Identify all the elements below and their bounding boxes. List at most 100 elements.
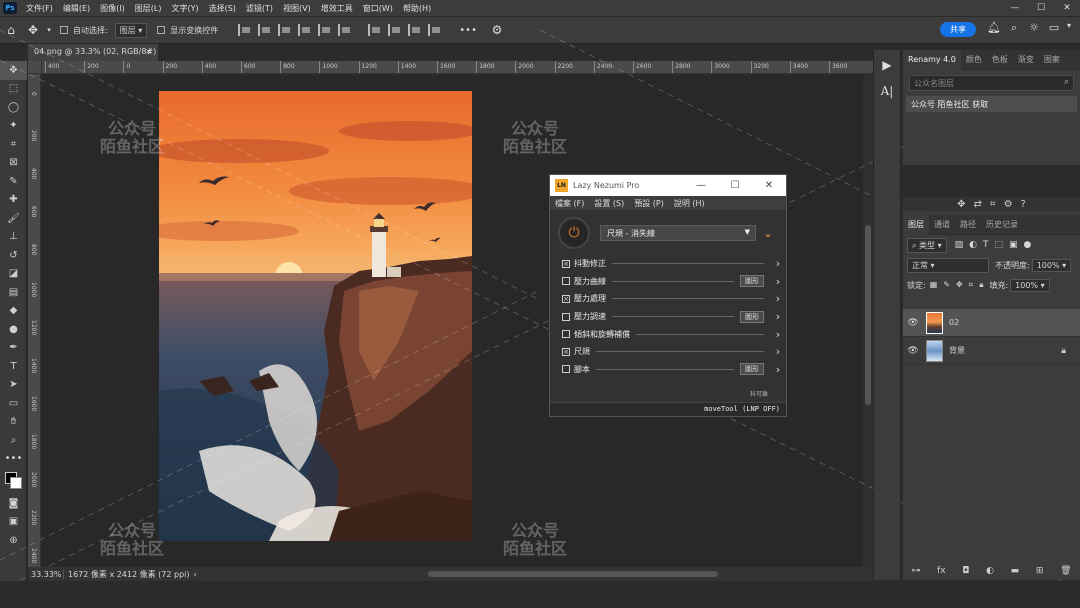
layer-select-dropdown[interactable]: 图层 ▾ xyxy=(114,22,148,38)
move-tool-icon[interactable]: ✥ xyxy=(22,20,44,40)
adjustment-layer-icon[interactable]: ◐ xyxy=(986,566,994,576)
tab-history[interactable]: 历史记录 xyxy=(981,219,1023,230)
pen-tool-icon[interactable]: ✒ xyxy=(0,339,27,358)
menu-image[interactable]: 图像(I) xyxy=(95,3,130,14)
align-hcenter-icon[interactable] xyxy=(258,24,272,36)
close-tab-icon[interactable]: × xyxy=(145,47,152,56)
marquee-tool-icon[interactable]: ⬚ xyxy=(0,80,27,99)
tab-patterns[interactable]: 图案 xyxy=(1039,54,1065,65)
gear-icon[interactable]: ⚙ xyxy=(486,20,508,40)
adjust-icon[interactable]: ✥ xyxy=(957,199,965,210)
link-layers-icon[interactable]: ⊶ xyxy=(911,566,920,576)
eye-icon[interactable]: 👁︎ xyxy=(903,346,923,356)
maximize-button[interactable]: ☐ xyxy=(1028,0,1054,16)
lasso-tool-icon[interactable]: ◯ xyxy=(0,98,27,117)
ln-checkbox[interactable] xyxy=(562,365,570,374)
lock-transparent-icon[interactable]: ▦ xyxy=(930,280,938,290)
chevron-right-icon[interactable]: › xyxy=(770,310,786,323)
blur-tool-icon[interactable]: ◆ xyxy=(0,302,27,321)
ln-checkbox[interactable]: × xyxy=(562,347,570,356)
eraser-tool-icon[interactable]: ◪ xyxy=(0,265,27,284)
screen-mode-icon[interactable]: ▣ xyxy=(0,513,27,532)
renamy-layer-row[interactable]: 公众号 陌鱼社区 获取 xyxy=(906,96,1077,112)
ln-slider-track[interactable] xyxy=(612,316,734,318)
brightness-icon[interactable]: ☼ xyxy=(1024,21,1044,35)
edit-toolbar-icon[interactable]: ⊕ xyxy=(0,531,27,550)
distribute-3-icon[interactable] xyxy=(408,24,422,36)
fill-input[interactable]: 100% ▾ xyxy=(1010,278,1050,292)
ln-graph-button[interactable]: 圖形 xyxy=(740,310,764,323)
magic-wand-icon[interactable]: ✦ xyxy=(0,117,27,136)
distribute-1-icon[interactable] xyxy=(368,24,382,36)
status-chevron-icon[interactable]: › xyxy=(194,570,197,579)
menu-select[interactable]: 选择(S) xyxy=(204,3,241,14)
align-vcenter-icon[interactable] xyxy=(318,24,332,36)
zoom-level[interactable]: 33.33% xyxy=(28,569,64,579)
scroll-thumb[interactable] xyxy=(865,225,871,405)
align-bottom-icon[interactable] xyxy=(338,24,352,36)
ln-maximize-button[interactable]: ☐ xyxy=(718,180,752,191)
ln-slider-track[interactable] xyxy=(612,280,734,282)
ln-graph-button[interactable]: 圖形 xyxy=(740,363,764,376)
tab-layers[interactable]: 图层 xyxy=(903,214,929,235)
eye-icon[interactable]: 👁︎ xyxy=(903,318,923,328)
minimize-button[interactable]: — xyxy=(1002,0,1028,16)
search-icon[interactable]: ⌕ xyxy=(1064,77,1069,87)
menu-window[interactable]: 窗口(W) xyxy=(358,3,398,14)
eyedropper-icon[interactable]: ✎ xyxy=(0,172,27,191)
background-color-swatch[interactable] xyxy=(10,477,22,489)
pixel-filter-icon[interactable]: ▨ xyxy=(955,240,964,250)
layer-kind-filter[interactable]: ⌕ 类型 ▾ xyxy=(907,237,947,253)
lighthouse-artwork[interactable] xyxy=(159,91,472,541)
smart-filter-icon[interactable]: ▣ xyxy=(1009,240,1018,250)
chevron-right-icon[interactable]: › xyxy=(770,345,786,358)
lock-artboard-icon[interactable]: ⌗ xyxy=(969,280,974,290)
ln-feature-row[interactable]: × 抖動修正 › xyxy=(550,255,786,273)
chevron-down-icon[interactable]: ▾ xyxy=(1064,21,1074,35)
healing-brush-icon[interactable]: ✚ xyxy=(0,191,27,210)
delete-layer-icon[interactable]: 🗑︎ xyxy=(1060,566,1071,576)
align-right-icon[interactable] xyxy=(278,24,292,36)
vertical-scrollbar[interactable] xyxy=(863,75,873,567)
add-mask-icon[interactable]: ◘ xyxy=(962,566,969,576)
ln-checkbox[interactable] xyxy=(562,312,570,321)
menu-edit[interactable]: 编辑(E) xyxy=(58,3,95,14)
color-swatches[interactable] xyxy=(0,468,26,494)
ln-minimize-button[interactable]: — xyxy=(684,180,718,191)
lock-move-icon[interactable]: ✥ xyxy=(956,280,963,290)
menu-type[interactable]: 文字(Y) xyxy=(166,3,203,14)
distribute-2-icon[interactable] xyxy=(388,24,402,36)
show-transform-checkbox[interactable] xyxy=(157,26,166,34)
fx-icon[interactable]: fx xyxy=(937,566,946,576)
ln-feature-row[interactable]: 壓力調速 圖形 › xyxy=(550,308,786,326)
layer-name[interactable]: 背景 xyxy=(949,345,965,356)
quick-mask-icon[interactable]: ◙ xyxy=(0,494,27,513)
gradient-tool-icon[interactable]: ▤ xyxy=(0,283,27,302)
chevron-right-icon[interactable]: › xyxy=(770,275,786,288)
ln-slider-track[interactable] xyxy=(596,351,764,353)
ln-checkbox[interactable] xyxy=(562,330,570,339)
opacity-input[interactable]: 100% ▾ xyxy=(1031,258,1072,272)
help-icon[interactable]: ? xyxy=(1021,199,1026,210)
hand-tool-icon[interactable]: ✋︎ xyxy=(0,413,27,432)
gear-icon[interactable]: ⚙ xyxy=(1004,199,1013,210)
tab-color[interactable]: 颜色 xyxy=(961,54,987,65)
crop-tool-icon[interactable]: ⌗ xyxy=(0,135,27,154)
filter-toggle-icon[interactable]: ● xyxy=(1024,240,1032,250)
align-top-icon[interactable] xyxy=(298,24,312,36)
adjustment-filter-icon[interactable]: ◐ xyxy=(969,240,977,250)
layer-row[interactable]: 👁︎ 02 xyxy=(903,309,1080,337)
menu-view[interactable]: 视图(V) xyxy=(278,3,316,14)
ln-checkbox[interactable]: × xyxy=(562,259,570,268)
renamy-search-input[interactable]: 公众名图层 ⌕ xyxy=(909,75,1074,91)
lock-all-icon[interactable]: 🔒︎ xyxy=(979,280,983,290)
play-icon[interactable]: ▶ xyxy=(874,58,900,72)
menu-layer[interactable]: 图层(L) xyxy=(130,3,167,14)
crop-icon[interactable]: ⌗ xyxy=(990,199,996,210)
ln-checkbox[interactable] xyxy=(562,277,570,286)
tab-gradients[interactable]: 渐变 xyxy=(1013,54,1039,65)
distribute-4-icon[interactable] xyxy=(428,24,442,36)
new-layer-icon[interactable]: ⊞ xyxy=(1036,566,1044,576)
close-button[interactable]: ✕ xyxy=(1054,0,1080,16)
blend-mode-select[interactable]: 正常 ▾ xyxy=(907,257,989,273)
